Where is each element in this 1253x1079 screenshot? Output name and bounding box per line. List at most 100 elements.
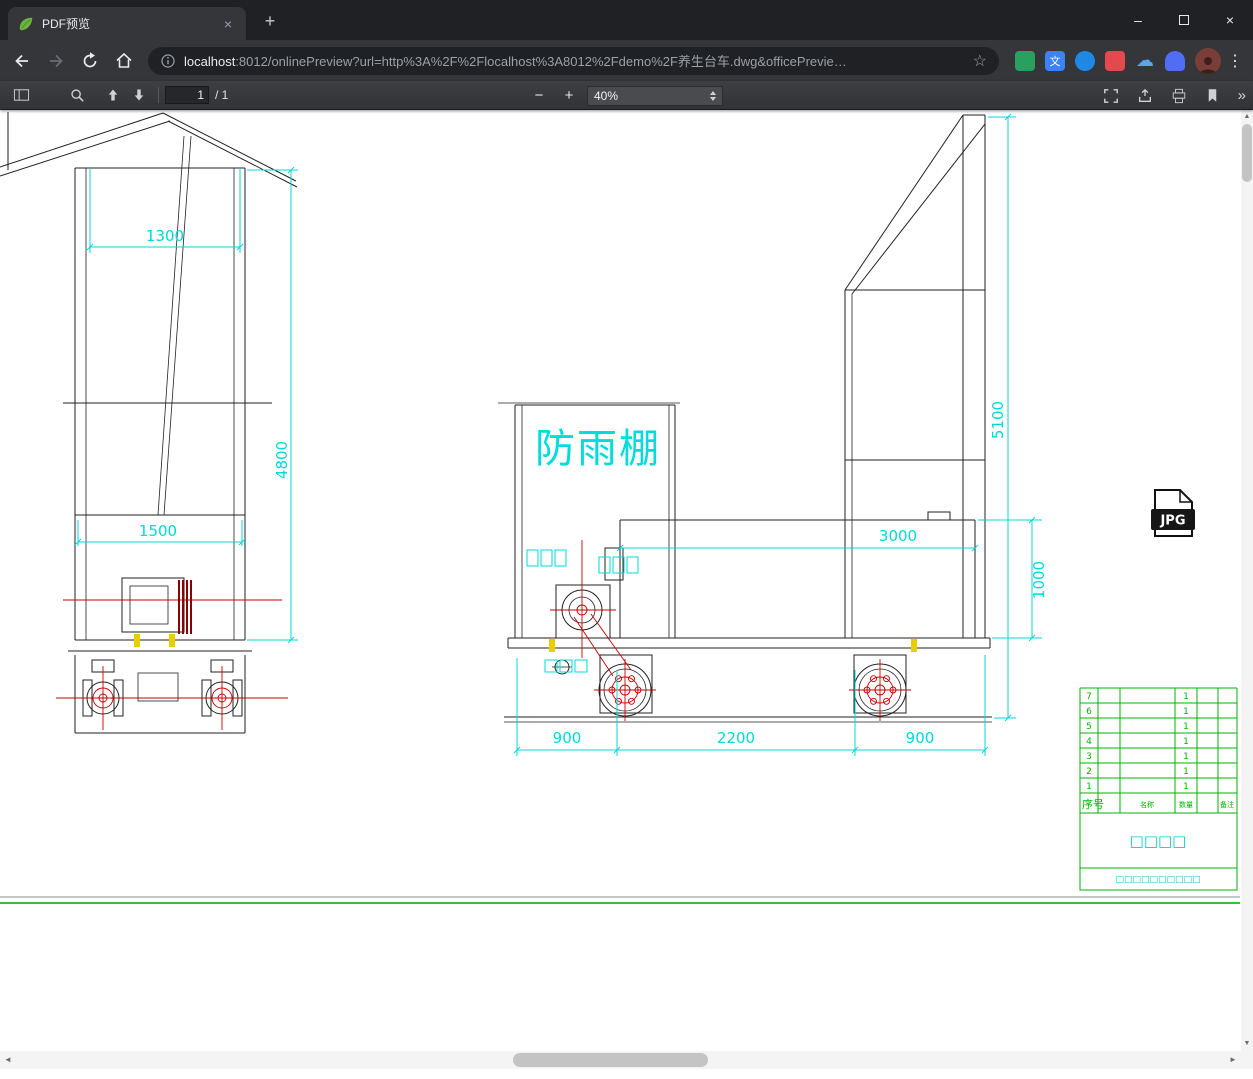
front-view-centerlines: [56, 580, 288, 730]
pdf-toolbar: / 1 − + 40%: [0, 81, 1253, 110]
jpg-badge-label: JPG: [1159, 514, 1185, 529]
extension-icon-6[interactable]: [1165, 50, 1185, 71]
extension-icon-3[interactable]: [1075, 50, 1095, 71]
scroll-right-arrow[interactable]: ►: [1225, 1051, 1241, 1069]
zoom-in-button[interactable]: +: [557, 84, 581, 108]
presentation-mode-button[interactable]: [1098, 83, 1124, 109]
row-qty: 1: [1183, 692, 1189, 702]
bookmark-icon: [1208, 89, 1217, 102]
title-block-drawing-name: □□□□: [1130, 832, 1187, 850]
bookmark-star-icon[interactable]: ☆: [973, 51, 987, 71]
window-minimize-button[interactable]: –: [1115, 0, 1161, 40]
window-maximize-button[interactable]: [1161, 0, 1207, 40]
scroll-down-arrow[interactable]: ▼: [1241, 1037, 1253, 1051]
scroll-up-arrow[interactable]: ▲: [1241, 110, 1253, 124]
row-no: 2: [1086, 767, 1092, 777]
vertical-scroll-thumb[interactable]: [1242, 124, 1252, 182]
toolbar-divider: [158, 87, 159, 103]
cad-drawing: 1300 4800 1500 防雨棚 3000 1000 5100 900 22…: [0, 112, 1240, 904]
page-info-icon[interactable]: [160, 53, 176, 69]
url-path: :8012/onlinePreview?url=http%3A%2F%2Floc…: [235, 54, 847, 69]
new-tab-button[interactable]: +: [258, 10, 282, 34]
extension-translate-icon[interactable]: 文: [1045, 50, 1065, 71]
dim-side-height: 5100: [989, 401, 1007, 439]
sidebar-toggle-button[interactable]: [8, 82, 34, 108]
pdf-toolbar-right: »: [1098, 81, 1249, 110]
print-button[interactable]: [1166, 83, 1192, 109]
printer-icon: [1172, 88, 1185, 103]
tab-close-icon[interactable]: ×: [220, 16, 236, 32]
brake-hatch: [178, 580, 192, 634]
reload-button[interactable]: [74, 45, 106, 77]
previous-page-button[interactable]: [100, 82, 126, 108]
row-no: 1: [1086, 782, 1092, 792]
zoom-out-button[interactable]: −: [527, 84, 551, 108]
dim-side-box-length: 3000: [879, 527, 917, 545]
reload-icon: [83, 51, 97, 67]
header-remark: 备注: [1220, 800, 1234, 809]
home-button[interactable]: [108, 45, 140, 77]
page-number-input[interactable]: [165, 86, 209, 104]
scroll-left-arrow[interactable]: ◄: [0, 1051, 16, 1069]
dim-wheelbase-right: 900: [906, 729, 935, 747]
row-no: 7: [1086, 692, 1092, 702]
url-host: localhost: [184, 54, 236, 69]
title-block-grid: [1079, 687, 1238, 891]
page-count-label: / 1: [215, 88, 229, 102]
dim-front-height: 4800: [273, 441, 291, 479]
row-no: 4: [1086, 737, 1092, 747]
maximize-icon: [1179, 15, 1189, 25]
forward-icon: [50, 54, 63, 67]
extension-icon-4[interactable]: [1105, 50, 1125, 71]
back-button[interactable]: [6, 45, 38, 77]
vertical-scrollbar[interactable]: ▲ ▼: [1241, 110, 1253, 1051]
find-button[interactable]: [64, 82, 90, 108]
spring-leaf-favicon: [19, 17, 33, 30]
row-qty: 1: [1183, 737, 1189, 747]
browser-tab[interactable]: PDF预览 ×: [8, 7, 246, 40]
scrollbar-corner: [1241, 1051, 1253, 1069]
fullscreen-icon: [1103, 88, 1118, 103]
browser-menu-button[interactable]: ⋮: [1223, 51, 1247, 71]
front-view-dimensions: [74, 166, 298, 644]
side-view-structure: [498, 114, 992, 723]
download-icon: [1138, 88, 1151, 102]
bookmark-button[interactable]: [1200, 83, 1226, 109]
dim-wheelbase-mid: 2200: [717, 729, 755, 747]
next-page-button[interactable]: [126, 82, 152, 108]
side-view-symbols: [526, 549, 639, 673]
row-qty: 1: [1183, 782, 1189, 792]
extension-icon-1[interactable]: [1015, 50, 1035, 71]
header-name: 名称: [1140, 800, 1154, 809]
window-controls: – ×: [1115, 0, 1253, 40]
url-bar[interactable]: localhost:8012/onlinePreview?url=http%3A…: [148, 46, 999, 75]
horizontal-scrollbar[interactable]: ◄ ►: [0, 1051, 1241, 1069]
row-no: 5: [1086, 722, 1092, 732]
home-icon: [116, 52, 132, 68]
header-no: 序号: [1082, 797, 1104, 811]
window-close-button[interactable]: ×: [1207, 0, 1253, 40]
search-icon: [71, 89, 84, 102]
row-qty: 1: [1183, 722, 1189, 732]
download-button[interactable]: [1132, 83, 1158, 109]
dim-side-box-height: 1000: [1030, 561, 1048, 599]
browser-titlebar: PDF预览 × + – ×: [0, 0, 1253, 40]
title-block-rows: 7 6 5 4 3 2 1 1 1 1 1 1 1 1: [1086, 692, 1189, 792]
highlight-marks: [134, 634, 917, 652]
pdf-page-content: 1300 4800 1500 防雨棚 3000 1000 5100 900 22…: [0, 110, 1241, 1051]
person-icon: [1200, 56, 1216, 74]
row-qty: 1: [1183, 767, 1189, 777]
horizontal-scroll-thumb[interactable]: [513, 1053, 708, 1067]
rain-shelter-label: 防雨棚: [535, 426, 661, 472]
browser-navbar: localhost:8012/onlinePreview?url=http%3A…: [0, 40, 1253, 81]
extension-cloud-icon[interactable]: ☁: [1135, 50, 1155, 71]
extension-icons: 文 ☁: [1015, 50, 1185, 71]
sheet-border: [0, 896, 1240, 904]
url-text[interactable]: localhost:8012/onlinePreview?url=http%3A…: [184, 51, 965, 70]
forward-button[interactable]: [40, 45, 72, 77]
profile-avatar[interactable]: [1195, 47, 1221, 74]
sidebar-toggle-icon: [13, 89, 29, 101]
zoom-select[interactable]: 40%: [587, 85, 723, 106]
arrow-up-icon: [108, 89, 118, 101]
more-tools-button[interactable]: »: [1234, 87, 1249, 104]
